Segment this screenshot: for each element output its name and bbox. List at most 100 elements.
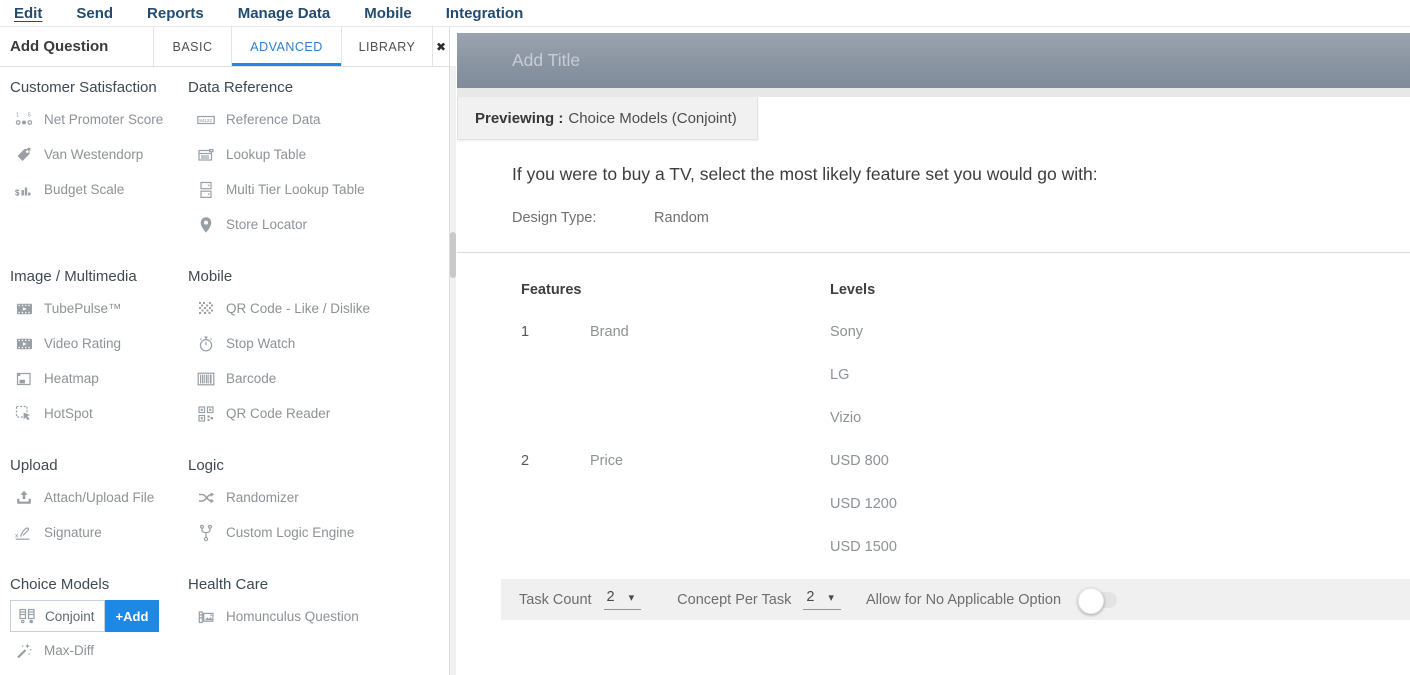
question-type-lookup-table[interactable]: Lookup Table — [188, 137, 449, 172]
question-type-label: QR Code Reader — [226, 406, 330, 421]
question-type-label: Custom Logic Engine — [226, 525, 354, 540]
question-type-label: TubePulse™ — [44, 301, 122, 316]
question-type-net-promoter-score[interactable]: 1 5 Net Promoter Score — [10, 102, 188, 137]
section-image-multimedia: Image / Multimedia TubePulse™ Video Rati… — [10, 268, 188, 431]
nav-reports[interactable]: Reports — [147, 5, 204, 22]
section-health-care: Health Care Homunculus Question — [188, 576, 449, 668]
question-type-qr-code-reader[interactable]: QR Code Reader — [188, 396, 449, 431]
previewing-badge: Previewing : Choice Models (Conjoint) — [457, 97, 758, 140]
nav-manage-data[interactable]: Manage Data — [238, 5, 331, 22]
feature-row: 2 Price USD 800 USD 1200 USD 1500 — [521, 439, 1410, 568]
question-type-signature[interactable]: x Signature — [10, 515, 188, 550]
question-title-bar[interactable]: Add Title — [457, 33, 1410, 88]
question-type-reference-data[interactable]: 94122 Reference Data — [188, 102, 449, 137]
add-conjoint-button[interactable]: +Add — [105, 600, 160, 632]
section-title: Image / Multimedia — [10, 268, 188, 285]
video-film-icon — [14, 335, 34, 353]
question-type-grid: Customer Satisfaction 1 5 Net Promoter Sc… — [0, 67, 449, 668]
question-type-heatmap[interactable]: Heatmap — [10, 361, 188, 396]
question-type-label: Lookup Table — [226, 147, 306, 162]
question-type-store-locator[interactable]: Store Locator — [188, 207, 449, 242]
question-type-label: Budget Scale — [44, 182, 124, 197]
question-type-hotspot[interactable]: HotSpot — [10, 396, 188, 431]
tab-basic[interactable]: BASIC — [154, 27, 232, 66]
svg-text:5: 5 — [28, 112, 31, 118]
section-data-reference: Data Reference 94122 Reference Data Look… — [188, 79, 449, 242]
feature-number: 1 — [521, 310, 590, 353]
question-type-qr-code-like-dislike[interactable]: QR Code - Like / Dislike — [188, 291, 449, 326]
question-type-homunculus-question[interactable]: Homunculus Question — [188, 599, 449, 634]
question-type-tubepulse[interactable]: TubePulse™ — [10, 291, 188, 326]
question-type-label: Max-Diff — [44, 643, 94, 658]
toggle-knob[interactable] — [1078, 588, 1104, 614]
question-type-randomizer[interactable]: Randomizer — [188, 480, 449, 515]
question-type-label: QR Code - Like / Dislike — [226, 301, 370, 316]
signature-icon: x — [14, 524, 34, 542]
question-type-custom-logic-engine[interactable]: Custom Logic Engine — [188, 515, 449, 550]
shuffle-icon — [196, 489, 216, 507]
svg-text:$: $ — [15, 188, 20, 197]
level-value: USD 800 — [830, 439, 1410, 482]
section-choice-models: Choice Models Conjoint +Add Max-Diff — [10, 576, 188, 668]
tab-library[interactable]: LIBRARY — [342, 27, 433, 66]
section-title: Data Reference — [188, 79, 449, 96]
question-type-stop-watch[interactable]: Stop Watch — [188, 326, 449, 361]
chevron-down-icon: ▾ — [828, 591, 834, 604]
task-count-dropdown[interactable]: 2 ▾ — [604, 589, 642, 610]
previewing-value: Choice Models (Conjoint) — [568, 110, 736, 127]
concept-per-task-dropdown[interactable]: 2 ▾ — [803, 589, 841, 610]
upload-icon — [14, 489, 34, 507]
question-type-label: Heatmap — [44, 371, 99, 386]
levels-column-header: Levels — [830, 282, 1410, 298]
feature-table-header: Features Levels — [521, 282, 1410, 298]
nav-integration[interactable]: Integration — [446, 5, 524, 22]
section-title: Customer Satisfaction — [10, 79, 188, 96]
question-type-video-rating[interactable]: Video Rating — [10, 326, 188, 361]
question-type-label: Van Westendorp — [44, 147, 143, 162]
question-type-barcode[interactable]: Barcode — [188, 361, 449, 396]
section-title: Health Care — [188, 576, 449, 593]
task-count-value: 2 — [607, 589, 615, 605]
level-value: Sony — [830, 310, 1410, 353]
question-type-max-diff[interactable]: Max-Diff — [10, 633, 188, 668]
design-type-row: Design Type: Random — [512, 210, 1410, 226]
section-upload: Upload Attach/Upload File x Signature — [10, 457, 188, 550]
sidebar-scrollbar-thumb[interactable] — [450, 232, 456, 278]
svg-text:1: 1 — [16, 112, 19, 118]
question-type-label: Net Promoter Score — [44, 112, 163, 127]
qr-code-icon — [196, 300, 216, 318]
question-type-label: Homunculus Question — [226, 609, 359, 624]
question-type-multi-tier-lookup-table[interactable]: Multi Tier Lookup Table — [188, 172, 449, 207]
question-type-label: Stop Watch — [226, 336, 295, 351]
conjoint-tables-icon — [17, 607, 37, 625]
conjoint-settings-bar: Task Count 2 ▾ Concept Per Task 2 ▾ Allo… — [501, 579, 1410, 620]
nav-send[interactable]: Send — [76, 5, 113, 22]
question-type-attach-upload-file[interactable]: Attach/Upload File — [10, 480, 188, 515]
section-customer-satisfaction: Customer Satisfaction 1 5 Net Promoter Sc… — [10, 79, 188, 242]
nav-edit[interactable]: Edit — [14, 5, 42, 22]
question-type-label: Randomizer — [226, 490, 299, 505]
barcode-icon — [196, 370, 216, 388]
task-count-label: Task Count — [519, 592, 592, 608]
sidebar-scrollbar[interactable] — [450, 66, 456, 675]
tab-advanced[interactable]: ADVANCED — [232, 27, 342, 66]
level-value: USD 1200 — [830, 482, 1410, 525]
close-icon[interactable]: ✖ — [433, 27, 449, 66]
no-applicable-toggle[interactable] — [1081, 592, 1117, 608]
design-type-label: Design Type: — [512, 210, 650, 226]
conjoint-selected-box[interactable]: Conjoint — [10, 600, 105, 632]
top-nav: Edit Send Reports Manage Data Mobile Int… — [0, 0, 1410, 27]
question-type-label: Conjoint — [45, 609, 95, 624]
conjoint-feature-table: Features Levels 1 Brand Sony LG Vizio 2 … — [457, 253, 1410, 568]
panel-title: Add Question — [0, 27, 154, 66]
feature-number: 2 — [521, 439, 590, 482]
nav-mobile[interactable]: Mobile — [364, 5, 412, 22]
question-type-van-westendorp[interactable]: Van Westendorp — [10, 137, 188, 172]
previewing-label: Previewing : — [475, 110, 563, 127]
add-question-header: Add Question BASIC ADVANCED LIBRARY ✖ — [0, 27, 449, 67]
section-title: Choice Models — [10, 576, 188, 593]
question-type-budget-scale[interactable]: $ Budget Scale — [10, 172, 188, 207]
question-type-label: Reference Data — [226, 112, 321, 127]
section-title: Logic — [188, 457, 449, 474]
question-type-conjoint[interactable]: Conjoint +Add — [10, 599, 188, 633]
